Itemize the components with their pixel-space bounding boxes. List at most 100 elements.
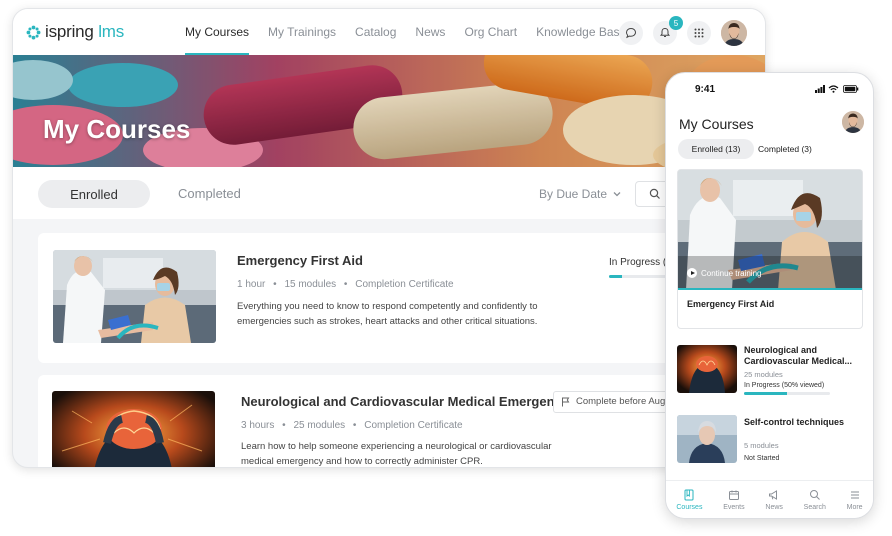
play-icon — [687, 268, 697, 278]
logo-flower-icon — [26, 25, 41, 39]
mobile-tab-completed[interactable]: Completed (3) — [758, 139, 812, 159]
avatar-photo — [721, 20, 747, 46]
course-modules: 25 modules — [293, 420, 346, 431]
phone-status-bar: 9:41 — [666, 73, 873, 105]
brain-photo — [52, 391, 215, 467]
mobile-user-avatar[interactable] — [842, 111, 864, 133]
nav-org-chart[interactable]: Org Chart — [464, 9, 517, 55]
featured-progress-bar — [678, 288, 862, 290]
course-duration: 1 hour — [237, 279, 266, 290]
course-title[interactable]: Emergency First Aid — [237, 253, 363, 268]
nav-actions: 5 — [609, 16, 747, 46]
mobile-course-title: Neurological and Cardiovascular Medical.… — [744, 345, 853, 366]
course-certificate: Completion Certificate — [355, 279, 454, 290]
progress-fill — [609, 275, 622, 278]
course-duration: 3 hours — [241, 420, 275, 431]
user-avatar[interactable] — [721, 20, 747, 46]
course-thumbnail — [677, 345, 737, 393]
bottom-nav-courses[interactable]: Courses — [676, 489, 702, 511]
search-icon — [649, 188, 660, 199]
woman-portrait-photo — [677, 415, 737, 463]
brain-photo — [677, 345, 737, 393]
mobile-course-modules: 5 modules — [744, 441, 779, 450]
course-thumbnail — [677, 415, 737, 463]
pills-banner-image — [13, 55, 765, 167]
course-meta: 3 hours • 25 modules • Completion Certif… — [241, 420, 463, 431]
continue-training-label: Continue training — [701, 268, 762, 278]
search-icon — [809, 489, 820, 500]
due-date-chip: Complete before Aug — [553, 391, 675, 413]
battery-icon — [843, 85, 859, 93]
first-aid-photo — [53, 250, 216, 343]
mobile-course-status: In Progress (50% viewed) — [744, 382, 825, 389]
filter-bar: Enrolled Completed By Due Date — [13, 167, 765, 219]
nav-news[interactable]: News — [415, 9, 445, 55]
course-thumbnail — [52, 391, 215, 467]
featured-course-title: Emergency First Aid — [687, 299, 775, 309]
top-navigation: ispring lms My Courses My Trainings Cata… — [13, 9, 765, 55]
mobile-course-title: Self-control techniques — [744, 417, 845, 427]
wifi-icon — [828, 85, 839, 93]
bottom-nav-search[interactable]: Search — [804, 489, 826, 511]
course-card[interactable]: Emergency First Aid 1 hour • 15 modules … — [38, 233, 738, 363]
book-icon — [684, 489, 694, 500]
chevron-down-icon — [613, 192, 621, 197]
bottom-nav-news[interactable]: News — [765, 489, 783, 511]
bottom-nav-label: Courses — [676, 503, 703, 511]
course-meta: 1 hour • 15 modules • Completion Certifi… — [237, 279, 454, 290]
status-time: 9:41 — [695, 84, 716, 95]
chat-icon — [625, 27, 637, 39]
hero-banner: My Courses — [13, 55, 765, 167]
course-card[interactable]: Neurological and Cardiovascular Medical … — [38, 375, 738, 467]
course-description: Learn how to help someone experiencing a… — [241, 441, 552, 467]
tab-completed[interactable]: Completed — [178, 180, 241, 208]
bottom-nav-label: More — [846, 503, 863, 511]
chat-button[interactable] — [619, 21, 643, 45]
bottom-nav-label: News — [765, 503, 783, 511]
notifications-button[interactable]: 5 — [653, 16, 683, 45]
featured-course-card[interactable]: Continue training Emergency First Aid — [677, 169, 863, 329]
course-description: Everything you need to know to respond c… — [237, 301, 538, 327]
apps-grid-icon — [694, 28, 704, 38]
due-date-label: Complete before Aug — [576, 396, 666, 407]
sort-label: By Due Date — [539, 187, 608, 201]
continue-training-button[interactable]: Continue training — [687, 268, 761, 278]
menu-icon — [850, 491, 859, 498]
mobile-course-progress-bar — [744, 392, 830, 395]
mobile-course-item[interactable]: Neurological and Cardiovascular Medical.… — [677, 345, 863, 397]
page-title: My Courses — [43, 114, 191, 144]
apps-button[interactable] — [687, 21, 711, 45]
nav-my-courses[interactable]: My Courses — [185, 9, 250, 55]
course-status: In Progress ( — [609, 257, 667, 268]
desktop-window: ispring lms My Courses My Trainings Cata… — [12, 8, 766, 468]
nav-catalog[interactable]: Catalog — [355, 9, 396, 55]
mobile-bottom-nav: Courses Events News Search More — [666, 480, 873, 518]
calendar-icon — [728, 490, 739, 500]
flag-icon — [562, 397, 570, 407]
nav-my-trainings[interactable]: My Trainings — [268, 9, 336, 55]
logo-text: ispring lms — [45, 22, 125, 41]
mobile-app: 9:41 My Courses Enrolled (13) Completed … — [665, 72, 874, 519]
megaphone-icon — [769, 489, 778, 500]
main-nav: My Courses My Trainings Catalog News Org… — [185, 9, 645, 55]
course-title[interactable]: Neurological and Cardiovascular Medical … — [241, 394, 580, 409]
course-certificate: Completion Certificate — [364, 420, 463, 431]
course-modules: 15 modules — [284, 279, 337, 290]
ispring-logo[interactable]: ispring lms — [26, 22, 124, 42]
mobile-course-status: Not Started — [744, 455, 780, 462]
progress-fill — [744, 392, 787, 395]
bottom-nav-more[interactable]: More — [847, 489, 863, 511]
mobile-page-title: My Courses — [679, 116, 754, 132]
course-thumbnail — [53, 250, 216, 343]
signal-icon — [815, 85, 825, 93]
bottom-nav-label: Events — [723, 503, 745, 511]
sort-dropdown[interactable]: By Due Date — [539, 180, 622, 208]
tab-enrolled[interactable]: Enrolled — [38, 180, 150, 208]
mobile-course-item[interactable]: Self-control techniques 5 modules Not St… — [677, 415, 863, 465]
notification-count-badge: 5 — [669, 16, 683, 30]
mobile-tab-enrolled[interactable]: Enrolled (13) — [678, 139, 754, 159]
mobile-course-modules: 25 modules — [744, 370, 783, 379]
bottom-nav-events[interactable]: Events — [723, 489, 745, 511]
bell-icon — [659, 27, 671, 37]
avatar-photo — [842, 111, 864, 133]
